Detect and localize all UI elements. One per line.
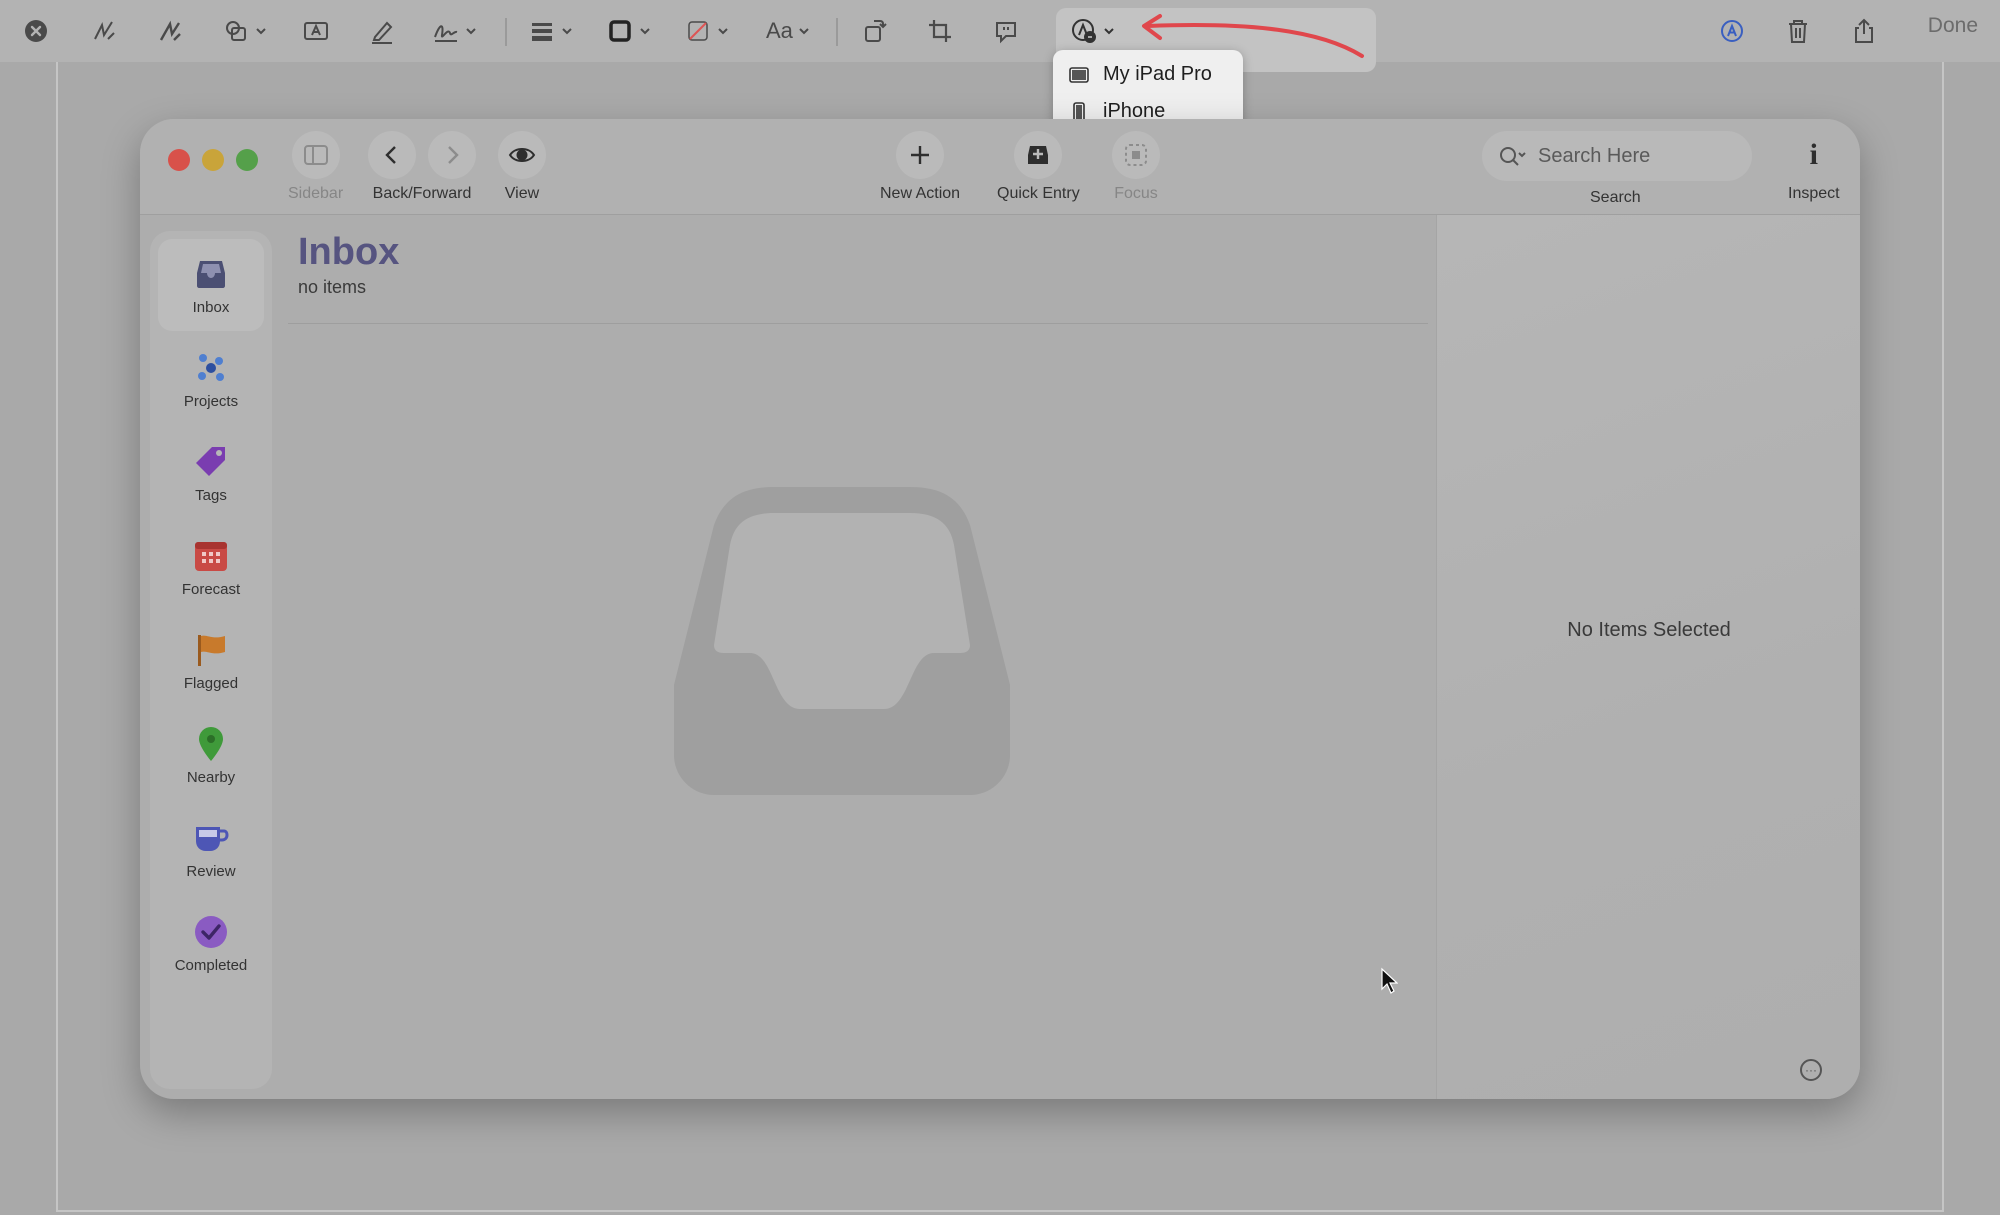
highlight-icon[interactable]: [368, 13, 396, 49]
page-title: Inbox: [298, 231, 400, 273]
share-device-icon[interactable]: [1070, 13, 1116, 49]
sidebar-toggle-button[interactable]: Sidebar: [288, 131, 343, 203]
markup-toolbar: Aa Done: [0, 0, 2000, 72]
location-pin-icon: [199, 726, 223, 761]
quick-entry-label: Quick Entry: [997, 185, 1080, 202]
cup-icon: [196, 826, 229, 851]
done-button[interactable]: Done: [1928, 14, 1978, 38]
sidebar-item-review[interactable]: Review: [158, 803, 264, 895]
page-subtitle: no items: [298, 277, 367, 297]
plus-icon: [896, 131, 945, 179]
inspect-button[interactable]: i Inspect: [1788, 131, 1840, 203]
sidebar-item-flagged[interactable]: Flagged: [158, 615, 264, 707]
mouse-cursor-icon: [1381, 967, 1398, 994]
sign-icon[interactable]: [432, 13, 478, 49]
sidebar-item-label: Forecast: [181, 580, 241, 598]
sidebar-item-label: Nearby: [186, 768, 236, 786]
focus-icon: [1112, 131, 1160, 179]
text-box-icon[interactable]: [302, 13, 330, 49]
new-action-button[interactable]: New Action: [880, 131, 960, 203]
text-style-icon[interactable]: Aa: [766, 13, 811, 49]
inspector-pane: No Items Selected: [1436, 215, 1860, 1099]
minimize-window-button[interactable]: [202, 149, 224, 171]
shapes-icon[interactable]: [222, 13, 268, 49]
sidebar: Inbox Projects Tags Forecast Flagged Nea…: [150, 231, 272, 1089]
window-toolbar: Sidebar Back/Forward View New Action Qui…: [140, 119, 1860, 215]
new-action-label: New Action: [880, 185, 961, 202]
search-field[interactable]: [1482, 131, 1752, 181]
checkmark-circle-icon: [195, 915, 227, 948]
close-window-button[interactable]: [168, 149, 190, 171]
sidebar-item-tags[interactable]: Tags: [158, 427, 264, 519]
border-color-icon[interactable]: [606, 13, 652, 49]
back-icon[interactable]: [368, 131, 416, 179]
eye-icon: [498, 131, 546, 179]
text-style-label: Aa: [766, 18, 793, 43]
focus-label: Focus: [1114, 185, 1158, 202]
markup-autofill-icon[interactable]: [1718, 13, 1746, 49]
line-style-icon[interactable]: [528, 13, 574, 49]
sidebar-item-inbox[interactable]: Inbox: [158, 239, 264, 331]
quick-entry-button[interactable]: Quick Entry: [997, 131, 1080, 203]
sidebar-item-label: Projects: [183, 392, 239, 410]
info-icon: i: [1809, 138, 1818, 171]
sidebar-item-forecast[interactable]: Forecast: [158, 521, 264, 613]
sidebar-item-nearby[interactable]: Nearby: [158, 709, 264, 801]
quick-entry-icon: [1014, 131, 1063, 179]
close-icon[interactable]: [22, 13, 50, 49]
search-icon: [1500, 147, 1526, 166]
share-icon[interactable]: [1850, 13, 1878, 49]
back-forward-label: Back/Forward: [372, 185, 472, 202]
toolbar-divider: [505, 18, 507, 46]
back-forward-control: Back/Forward: [368, 131, 476, 203]
view-button[interactable]: View: [498, 131, 546, 203]
sidebar-item-label: Review: [186, 862, 236, 880]
sidebar-item-label: Inbox: [192, 298, 230, 316]
toolbar-divider: [836, 18, 838, 46]
crop-icon[interactable]: [926, 13, 954, 49]
main-content: Inbox no items: [288, 215, 1428, 1099]
empty-inbox-icon: [674, 487, 1010, 795]
sidebar-item-completed[interactable]: Completed: [158, 897, 264, 989]
annotate-icon[interactable]: [992, 13, 1020, 49]
zoom-window-button[interactable]: [236, 149, 258, 171]
sketch-icon[interactable]: [90, 13, 118, 49]
forward-icon[interactable]: [428, 131, 476, 179]
more-options-icon[interactable]: ···: [1800, 1059, 1822, 1081]
tag-icon: [196, 446, 225, 476]
view-label: View: [504, 185, 540, 202]
flag-icon: [198, 634, 225, 666]
focus-button[interactable]: Focus: [1112, 131, 1160, 203]
fill-color-icon[interactable]: [684, 13, 730, 49]
inspect-label: Inspect: [1788, 185, 1840, 202]
projects-icon: [198, 353, 224, 381]
calendar-icon: [195, 541, 227, 571]
sidebar-item-projects[interactable]: Projects: [158, 333, 264, 425]
inbox-icon: [197, 260, 225, 288]
more-glyph: ···: [1805, 1063, 1817, 1077]
draw-icon[interactable]: [156, 13, 184, 49]
search-input[interactable]: [1538, 144, 1728, 168]
trash-icon[interactable]: [1784, 13, 1812, 49]
app-window: Sidebar Back/Forward View New Action Qui…: [140, 119, 1860, 1099]
sidebar-icon: [291, 131, 340, 179]
divider: [288, 323, 1428, 324]
sidebar-item-label: Completed: [174, 956, 248, 974]
sidebar-item-label: Flagged: [183, 674, 239, 692]
no-selection-text: No Items Selected: [1567, 619, 1731, 641]
sidebar-item-label: Tags: [195, 486, 227, 504]
rotate-icon[interactable]: [860, 13, 888, 49]
search-label: Search: [1590, 189, 1641, 206]
sidebar-label: Sidebar: [288, 185, 344, 202]
